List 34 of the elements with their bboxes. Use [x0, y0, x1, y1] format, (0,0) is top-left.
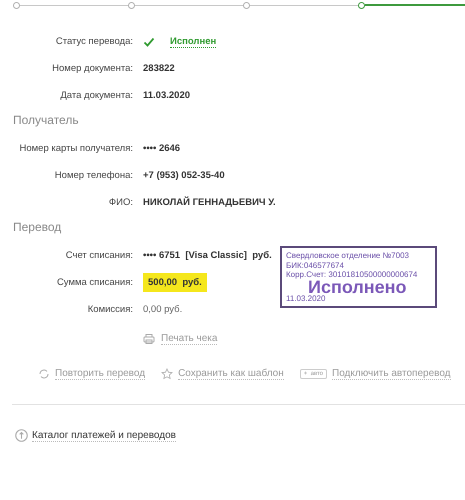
field-value: •••• 6751 [Visa Classic] руб. — [143, 250, 272, 261]
field-label: Счет списания: — [64, 250, 133, 261]
field-value: •••• 2646 — [143, 143, 180, 154]
section-heading: Перевод — [13, 220, 62, 236]
field-label: Номер карты получателя: — [18, 143, 133, 154]
field-label: Статус перевода: — [54, 36, 133, 47]
field-label: Комиссия: — [86, 304, 133, 315]
printer-icon — [143, 333, 155, 345]
action-link[interactable]: Подключить автоперевод — [332, 368, 451, 380]
stamp-date: 11.03.2020 — [286, 294, 326, 303]
field-value: 11.03.2020 — [143, 90, 190, 101]
stamp-status: Исполнено — [308, 280, 407, 294]
field-value: 500,00 руб. — [143, 273, 207, 292]
catalog-link[interactable]: Каталог платежей и переводов — [32, 430, 176, 442]
field-label: Дата документа: — [59, 90, 133, 101]
stamp-text: Корр.Счет: 30101810500000000674 — [286, 270, 418, 280]
status-value: Исполнен — [170, 36, 216, 48]
star-icon — [161, 368, 174, 380]
stamp-text: Свердловское отделение №7003 — [286, 251, 410, 260]
print-receipt-link[interactable]: Печать чека — [161, 333, 218, 345]
stamp-text: БИК:046577674 — [286, 260, 345, 270]
section-heading: Получатель — [13, 113, 80, 129]
field-label: Номер телефона: — [54, 170, 133, 181]
action-link[interactable]: Сохранить как шаблон — [178, 368, 284, 380]
action-link[interactable]: Повторить перевод — [55, 368, 146, 380]
field-label: Сумма списания: — [56, 277, 133, 288]
field-value: 0,00 руб. — [143, 304, 182, 315]
field-value: +7 (953) 052-35-40 — [143, 170, 225, 181]
check-icon — [143, 36, 155, 48]
field-label: ФИО: — [108, 197, 133, 208]
field-label: Номер документа: — [51, 63, 133, 74]
field-value: НИКОЛАЙ ГЕННАДЬЕВИЧ У. — [143, 197, 276, 208]
refresh-icon — [38, 368, 50, 380]
field-value: 283822 — [143, 63, 175, 74]
